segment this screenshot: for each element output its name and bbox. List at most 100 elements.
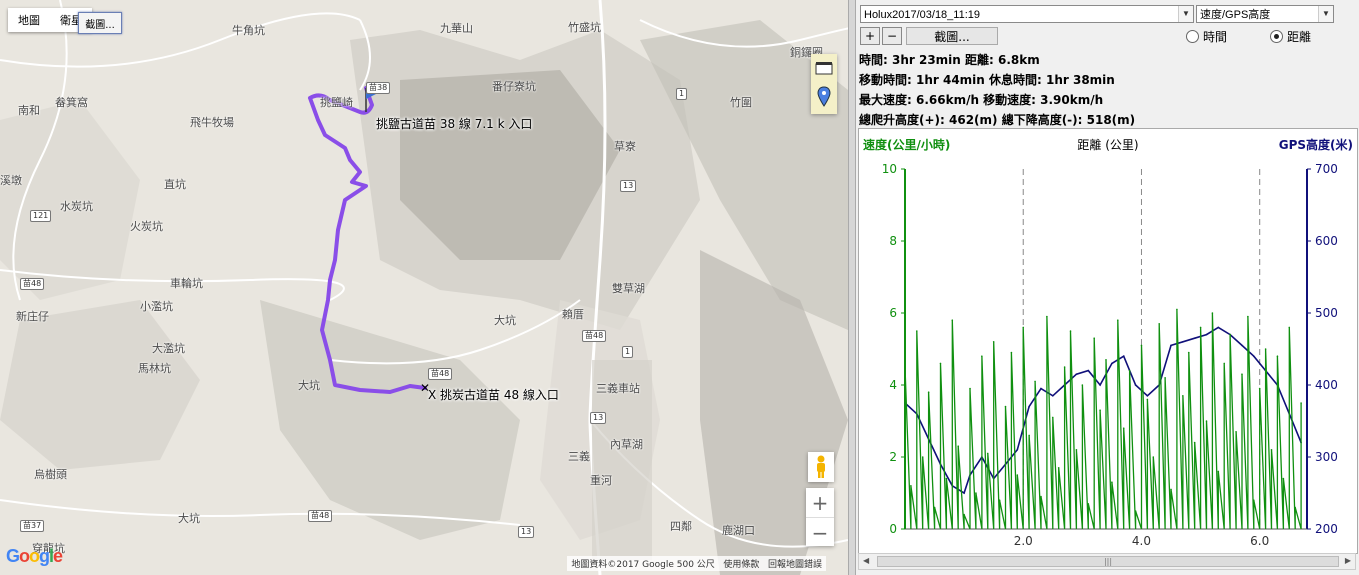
chevron-down-icon: ▼	[1178, 6, 1193, 22]
road-shield: 1	[676, 88, 688, 100]
speed-point	[1010, 351, 1013, 354]
speed-point	[1187, 351, 1190, 354]
altitude-point	[1252, 355, 1255, 357]
attribution-text: 地圖資料©2017 Google 500 公尺	[571, 560, 715, 570]
speed-point	[951, 319, 954, 321]
speed-point	[1182, 395, 1184, 397]
map-label: 大坑	[298, 379, 320, 392]
speed-point	[939, 362, 942, 365]
x-tick-label: 4.0	[1132, 534, 1151, 548]
speed-point	[1022, 326, 1025, 329]
map-terrain: ✕	[0, 0, 848, 575]
road-shield: 13	[620, 180, 637, 192]
speed-point	[1300, 402, 1302, 404]
track-stats: 時間: 3hr 23min 距離: 6.8km 移動時間: 1hr 44min …	[859, 50, 1135, 130]
speed-point	[1176, 308, 1178, 311]
speed-point	[1093, 337, 1095, 339]
speed-point	[986, 452, 989, 455]
map-zoom-out-button[interactable]: −	[806, 517, 834, 547]
elevation-speed-chart[interactable]: 速度(公里/小時) 距離 (公里) GPS高度(米) 2.0 4.0 6.0 0 2 4 6 8 10…	[858, 128, 1358, 554]
speed-series-line	[904, 309, 1302, 530]
chevron-down-icon: ▼	[1318, 6, 1333, 22]
scroll-right-icon[interactable]: ▶	[1345, 556, 1351, 565]
map-label: 車輪坑	[170, 277, 203, 290]
speed-point	[1229, 333, 1231, 336]
speed-point	[1205, 420, 1208, 422]
speed-point	[1034, 380, 1036, 383]
radio-time[interactable]: 時間	[1186, 28, 1227, 45]
chart-svg: 速度(公里/小時) 距離 (公里) GPS高度(米) 2.0 4.0 6.0 0 2 4 6 8 10…	[863, 137, 1353, 548]
speed-point	[1288, 326, 1291, 329]
scroll-left-icon[interactable]: ◀	[863, 556, 869, 565]
altitude-point	[1111, 362, 1113, 365]
right-tick-label: 400	[1315, 378, 1338, 392]
chart-screenshot-button[interactable]: 截圖...	[906, 27, 998, 45]
map-view[interactable]: ✕ 地圖 衛星 截圖... 牛角坑 九華山 竹盛坑 銅鑼圈 南和 畚箕窩 番仔寮…	[0, 0, 848, 575]
speed-point	[1258, 387, 1261, 390]
speed-point	[1063, 366, 1066, 368]
map-type-tab-map[interactable]: 地圖	[8, 12, 50, 28]
map-label: 大坑	[178, 512, 200, 525]
map-screenshot-button[interactable]: 截圖...	[78, 12, 122, 34]
scroll-thumb[interactable]: |||	[877, 556, 1339, 567]
speed-point	[963, 513, 965, 516]
map-zoom-in-button[interactable]: +	[806, 488, 834, 517]
road-shield: 苗38	[366, 82, 391, 94]
speed-point	[945, 477, 948, 480]
radio-distance[interactable]: 距離	[1270, 28, 1311, 45]
stats-line: 時間: 3hr 23min 距離: 6.8km	[859, 53, 1040, 67]
speed-point	[1069, 330, 1072, 332]
map-pin-icon[interactable]	[811, 82, 837, 112]
x-tick-label: 2.0	[1014, 534, 1033, 548]
left-tick-label: 4	[889, 378, 897, 392]
right-axis-title: GPS高度(米)	[1279, 137, 1353, 152]
road-shield: 苗48	[308, 510, 333, 522]
map-label: 新庄仔	[16, 310, 49, 323]
road-shield: 苗48	[582, 330, 607, 342]
map-label: 大坑	[494, 314, 516, 327]
report-map-error-link[interactable]: 回報地圖錯誤	[768, 560, 822, 570]
film-icon[interactable]	[811, 54, 837, 82]
map-label: 賴厝	[562, 308, 584, 321]
map-side-controls	[811, 54, 837, 114]
chart-mode-value: 速度/GPS高度	[1200, 9, 1271, 21]
altitude-point	[1193, 337, 1196, 339]
track-select[interactable]: Holux2017/03/18_11:19 ▼	[860, 5, 1194, 23]
terms-link[interactable]: 使用條款	[723, 560, 759, 570]
road-shield: 苗48	[20, 278, 45, 290]
splitter[interactable]	[848, 0, 856, 575]
radio-distance-label: 距離	[1287, 30, 1312, 44]
speed-point	[921, 456, 924, 458]
track-select-value: Holux2017/03/18_11:19	[864, 9, 981, 21]
left-tick-label: 6	[889, 306, 897, 320]
map-label: 草寮	[614, 140, 636, 153]
speed-point	[1004, 405, 1007, 408]
map-label: 飛牛牧場	[190, 116, 234, 129]
speed-point	[1134, 510, 1137, 512]
right-tick-label: 500	[1315, 306, 1338, 320]
speed-point	[1199, 326, 1202, 329]
zoom-out-button[interactable]: −	[882, 27, 902, 45]
speed-point	[1170, 488, 1172, 491]
map-label: 四鄰	[670, 520, 692, 533]
chart-mode-select[interactable]: 速度/GPS高度 ▼	[1196, 5, 1334, 23]
map-label: 竹圍	[730, 96, 752, 109]
chart-scrollbar[interactable]: ◀ ||| ▶	[858, 553, 1356, 570]
pegman-icon[interactable]	[808, 452, 834, 482]
map-label: 三義	[568, 450, 590, 463]
speed-point	[1211, 312, 1214, 314]
speed-point	[1117, 319, 1119, 321]
map-label: 九華山	[440, 22, 473, 35]
speed-point	[1046, 315, 1048, 318]
left-tick-label: 8	[889, 234, 897, 248]
stats-line: 移動時間: 1hr 44min 休息時間: 1hr 38min	[859, 73, 1115, 87]
map-label: 三義車站	[596, 382, 640, 395]
speed-point	[1276, 355, 1279, 357]
speed-point	[1057, 467, 1060, 469]
stats-line: 總爬升高度(+): 462(m) 總下降高度(-): 518(m)	[859, 113, 1136, 127]
speed-point	[1164, 377, 1166, 379]
altitude-point	[1182, 341, 1184, 343]
speed-point	[1105, 359, 1107, 361]
map-label: 挑鹽崎	[320, 96, 353, 109]
zoom-in-button[interactable]: +	[860, 27, 880, 45]
